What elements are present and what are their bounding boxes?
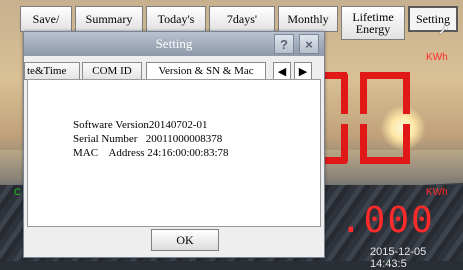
tab-version-sn-mac[interactable]: Version & SN & Mac bbox=[146, 62, 266, 80]
tab-lifetime-energy[interactable]: Lifetime Energy bbox=[341, 6, 405, 40]
close-button[interactable]: × bbox=[299, 34, 319, 54]
left-marker: C bbox=[14, 187, 21, 197]
tab-7days[interactable]: 7days' bbox=[209, 6, 275, 32]
ok-button[interactable]: OK bbox=[151, 229, 219, 251]
setting-dialog: Setting ? × te&Time COM ID Version & SN … bbox=[23, 31, 325, 258]
serial-number-label: Serial Number bbox=[73, 133, 146, 145]
software-version-row: Software Version20140702-01 bbox=[73, 119, 208, 131]
timestamp: 2015-12-05 14:43:5 bbox=[370, 246, 427, 270]
tab-todays[interactable]: Today's bbox=[146, 6, 206, 32]
version-panel: Software Version20140702-01 Serial Numbe… bbox=[27, 79, 321, 227]
tab-com-id[interactable]: COM ID bbox=[82, 62, 142, 80]
dialog-titlebar: Setting ? × bbox=[24, 32, 324, 56]
unit-label-bottom: KWh bbox=[426, 187, 448, 198]
serial-number-value: 20011000008378 bbox=[145, 133, 223, 145]
serial-number-row: Serial Number 20011000008378 bbox=[73, 133, 222, 145]
mac-address-label: MAC Address bbox=[73, 147, 145, 159]
software-version-value: 20140702-01 bbox=[148, 119, 208, 131]
unit-label-top: KWh bbox=[426, 52, 448, 63]
software-version-label: Software Version bbox=[73, 119, 149, 131]
tab-summary[interactable]: Summary bbox=[75, 6, 143, 32]
mac-address-row: MAC Address 24:16:00:00:83:78 bbox=[73, 147, 229, 159]
mac-address-value: 24:16:00:00:83:78 bbox=[147, 147, 229, 159]
mouse-pointer-icon: ➚ bbox=[438, 23, 450, 38]
secondary-value: .000 bbox=[340, 200, 435, 241]
tab-scroll-right-icon[interactable]: ▶ bbox=[294, 62, 312, 80]
tab-date-time[interactable]: te&Time bbox=[24, 62, 80, 80]
tab-monthly[interactable]: Monthly bbox=[278, 6, 338, 32]
tab-setting[interactable]: Setting bbox=[408, 6, 458, 32]
tab-scroll-left-icon[interactable]: ◀ bbox=[273, 62, 291, 80]
tab-save[interactable]: Save/ bbox=[20, 6, 72, 32]
help-button[interactable]: ? bbox=[274, 34, 294, 54]
